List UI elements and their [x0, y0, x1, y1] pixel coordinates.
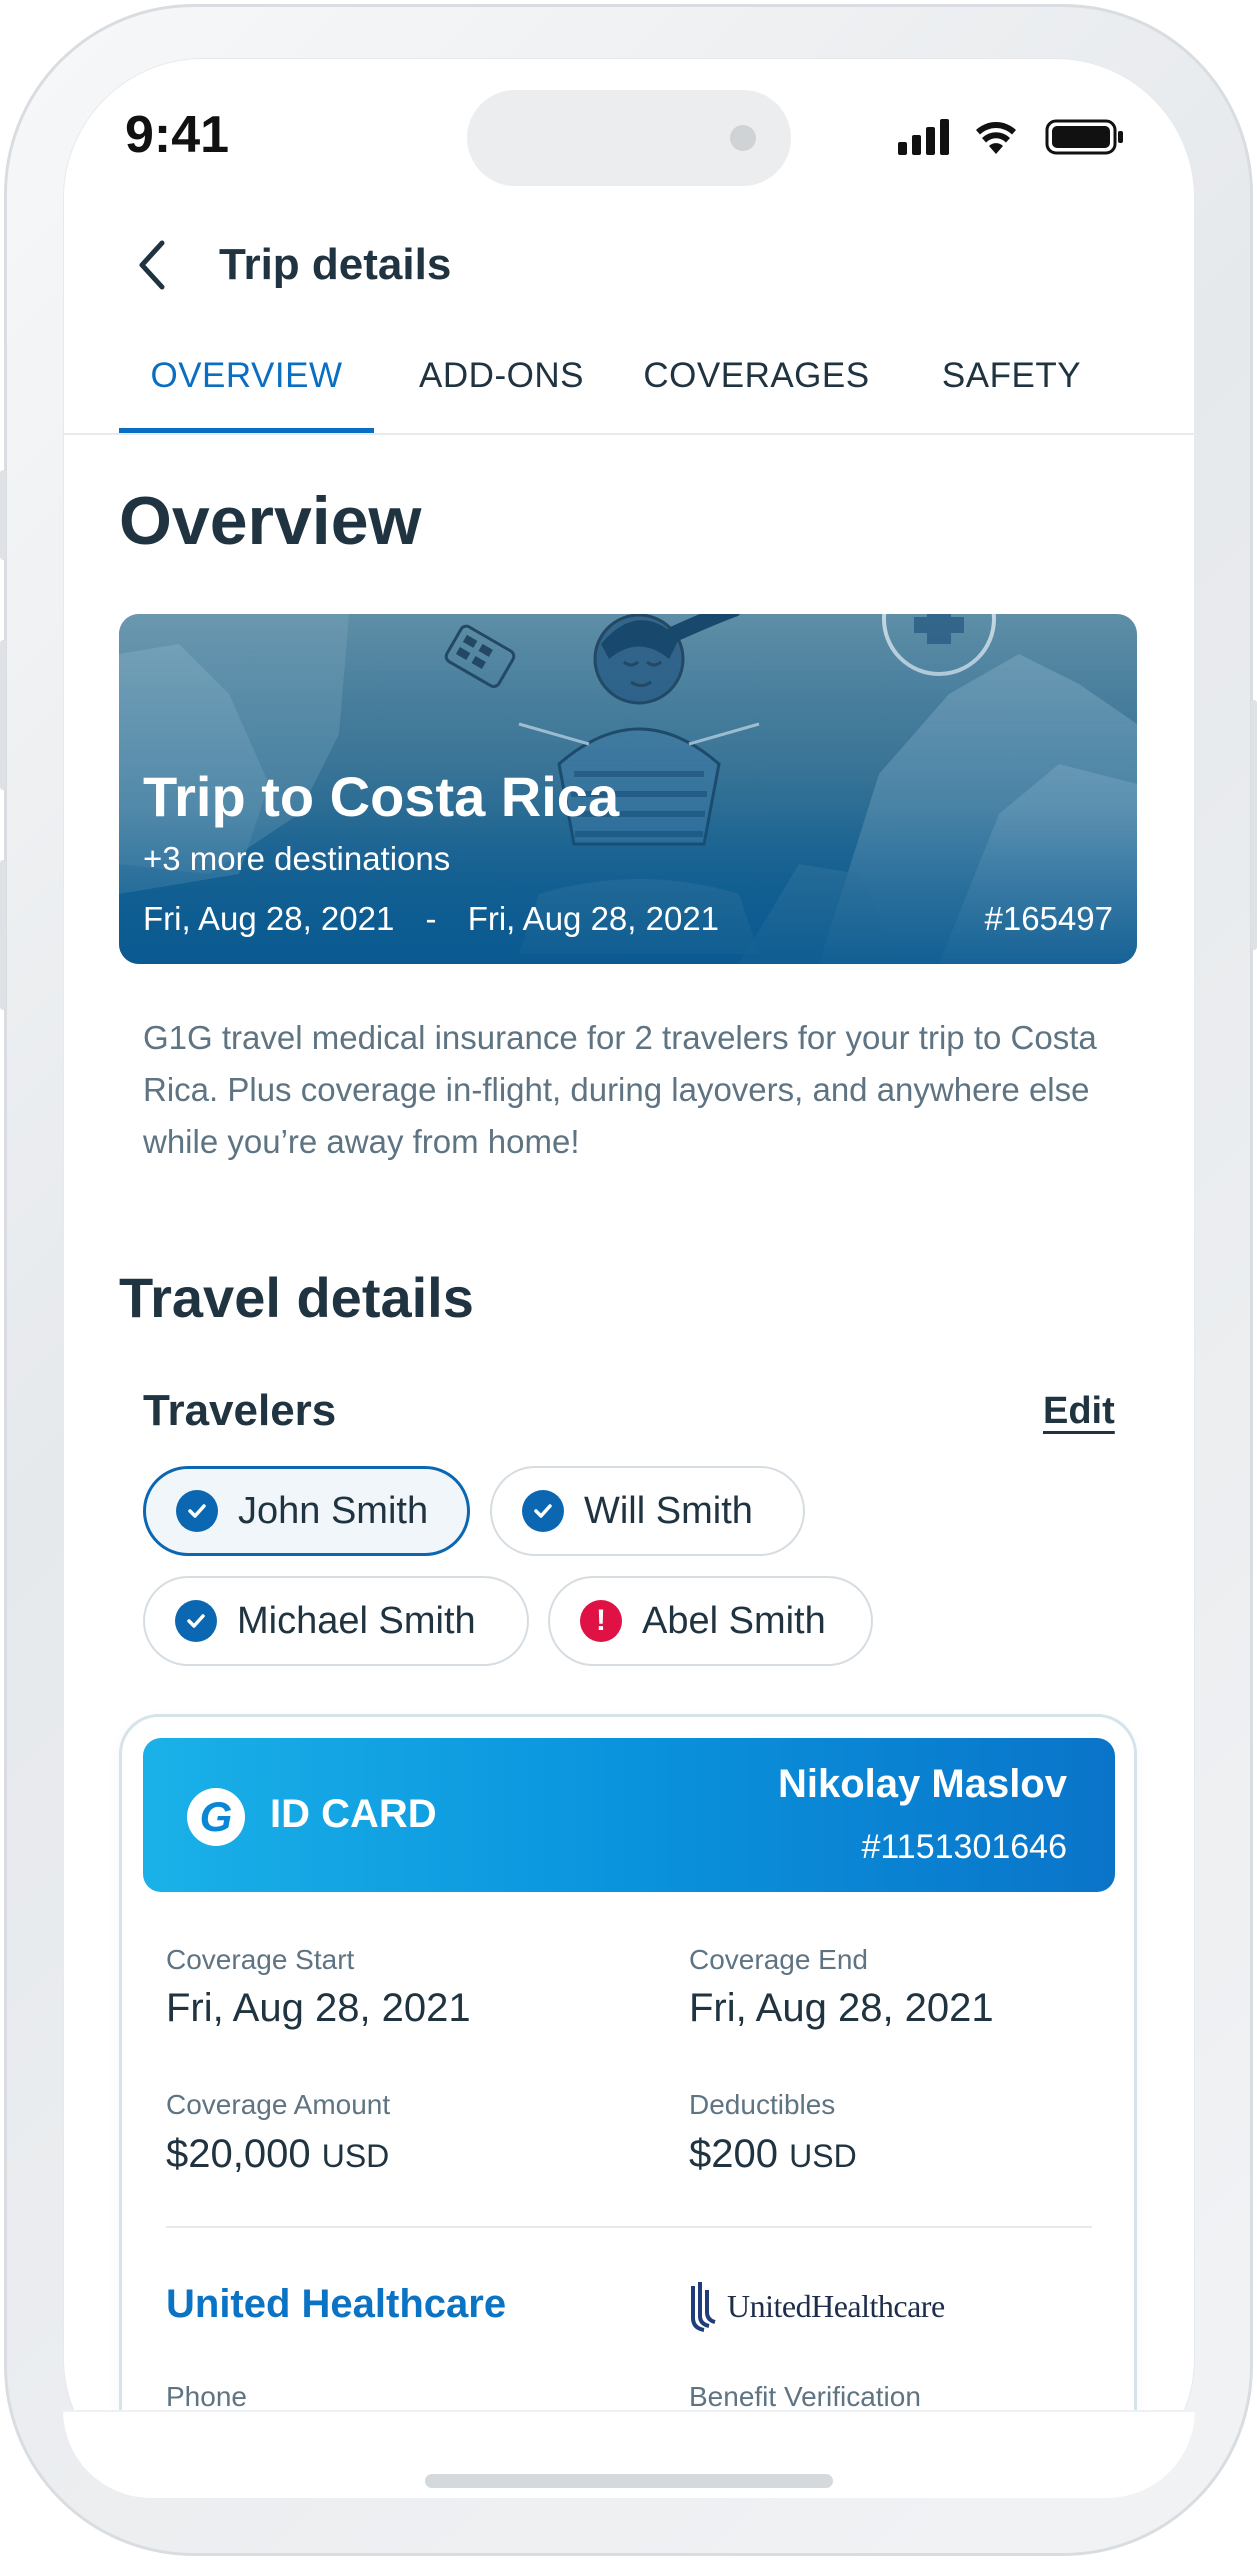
deductibles-number: $200 [689, 2132, 778, 2176]
tab-coverages[interactable]: COVERAGES [629, 356, 884, 434]
trip-date-separator: - [425, 900, 437, 937]
trip-start-date: Fri, Aug 28, 2021 [143, 900, 395, 937]
travel-details-title: Travel details [119, 1266, 474, 1329]
deductibles-label: Deductibles [689, 2089, 836, 2120]
edit-travelers-link[interactable]: Edit [1043, 1390, 1115, 1433]
cellular-signal-icon [898, 119, 949, 155]
page-title: Trip details [219, 240, 452, 289]
travelers-title: Travelers [143, 1386, 337, 1435]
home-indicator[interactable] [425, 2474, 833, 2488]
trip-number: #165497 [984, 900, 1113, 937]
tabs-divider [63, 433, 1195, 435]
phone-label: Phone [166, 2381, 247, 2412]
checkmark-icon [522, 1490, 564, 1532]
overview-title: Overview [119, 483, 422, 559]
camera-icon [730, 125, 756, 151]
trip-dates: Fri, Aug 28, 2021 - Fri, Aug 28, 2021 [143, 900, 719, 938]
deductibles-unit: USD [789, 2138, 857, 2174]
phone-power-button [1251, 700, 1257, 950]
tab-add-ons[interactable]: ADD-ONS [374, 356, 629, 434]
id-holder-name: Nikolay Maslov [777, 1762, 1067, 1806]
traveler-name: John Smith [238, 1489, 429, 1532]
id-card-label: ID CARD [270, 1792, 437, 1836]
card-divider [166, 2226, 1092, 2228]
trip-destinations: +3 more destinations [143, 840, 451, 877]
provider-logo-text: UnitedHealthcare [727, 2287, 945, 2324]
traveler-chip[interactable]: Will Smith [490, 1466, 805, 1556]
status-time: 9:41 [125, 106, 230, 164]
traveler-chip[interactable]: ! Abel Smith [548, 1576, 873, 1666]
battery-icon [1045, 119, 1123, 155]
coverage-amount-label: Coverage Amount [166, 2089, 391, 2120]
phone-side-button [0, 470, 6, 560]
tab-safety[interactable]: SAFETY [884, 356, 1139, 434]
trip-hero-card[interactable]: Trip to Costa Rica +3 more destinations … [119, 614, 1137, 964]
provider-logo: UnitedHealthcare [689, 2279, 945, 2333]
id-holder-number: #1151301646 [861, 1828, 1067, 1866]
united-healthcare-logo-icon [691, 2282, 716, 2332]
coverage-amount-value: $20,000 USD [166, 2132, 389, 2177]
coverage-end-label: Coverage End [689, 1944, 869, 1975]
provider-name-link[interactable]: United Healthcare [166, 2282, 506, 2327]
checkmark-icon [175, 1600, 217, 1642]
deductibles-value: $200 USD [689, 2132, 857, 2177]
coverage-end-value: Fri, Aug 28, 2021 [689, 1986, 994, 2030]
tab-overview[interactable]: OVERVIEW [119, 356, 374, 434]
traveler-name: Abel Smith [642, 1599, 826, 1642]
trip-title: Trip to Costa Rica [143, 765, 620, 828]
phone-volume-down-button [0, 860, 6, 1010]
traveler-name: Will Smith [584, 1489, 753, 1532]
trip-description: G1G travel medical insurance for 2 trave… [143, 1019, 1097, 1160]
coverage-start-value: Fri, Aug 28, 2021 [166, 1986, 471, 2030]
status-icons [898, 119, 1123, 155]
traveler-chip[interactable]: Michael Smith [143, 1576, 529, 1666]
back-arrow-icon[interactable] [128, 235, 178, 295]
traveler-name: Michael Smith [237, 1599, 476, 1642]
benefit-verification-label: Benefit Verification [689, 2381, 921, 2412]
phone-volume-up-button [0, 640, 6, 790]
trip-end-date: Fri, Aug 28, 2021 [467, 900, 720, 937]
traveler-chip[interactable]: John Smith [143, 1466, 470, 1556]
coverage-amount-number: $20,000 [166, 2132, 311, 2176]
checkmark-icon [176, 1490, 218, 1532]
coverage-start-label: Coverage Start [166, 1944, 355, 1975]
g1g-logo-icon: G [187, 1788, 245, 1846]
warning-icon: ! [580, 1600, 622, 1642]
coverage-amount-unit: USD [321, 2138, 390, 2174]
tab-bar: OVERVIEW ADD-ONS COVERAGES SAFETY [119, 356, 1139, 434]
wifi-icon [976, 122, 1016, 154]
